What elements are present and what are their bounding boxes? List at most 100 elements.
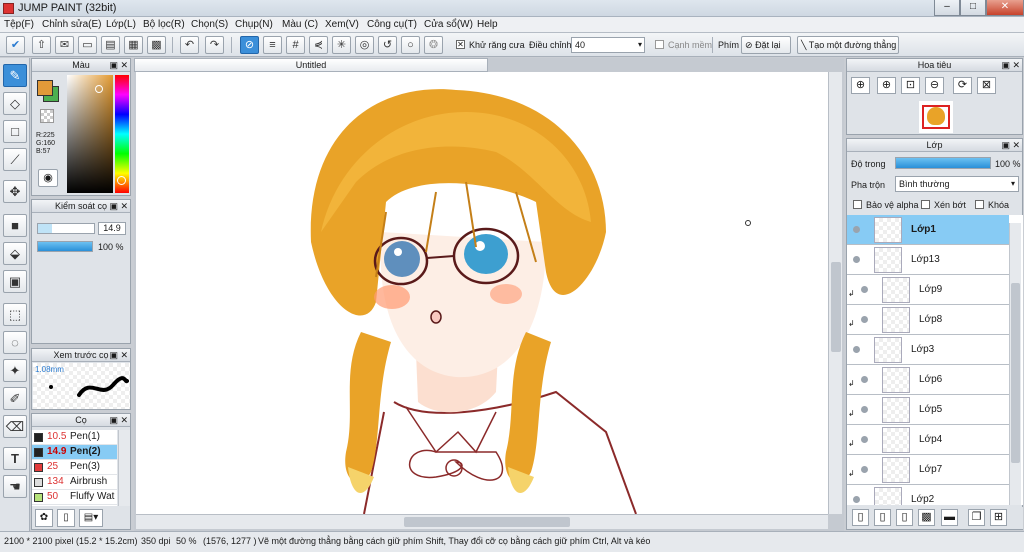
navigator-thumbnail[interactable] bbox=[919, 101, 953, 133]
navigator-viewport-box[interactable] bbox=[922, 105, 950, 129]
layer-scroll-thumb[interactable] bbox=[1011, 283, 1020, 463]
layer-row[interactable]: ↲ Lớp8 bbox=[847, 305, 1009, 335]
comment-icon[interactable]: ✉ bbox=[55, 36, 74, 54]
brush-tool-icon[interactable]: ✎ bbox=[3, 64, 27, 87]
pen-mode-icon[interactable]: ✔ bbox=[6, 36, 25, 54]
canvas-vertical-scrollbar[interactable] bbox=[828, 72, 842, 514]
vertical-scroll-thumb[interactable] bbox=[831, 262, 841, 352]
upload-icon[interactable]: ⇧ bbox=[32, 36, 51, 54]
radial-ruler-icon[interactable]: ✳ bbox=[332, 36, 351, 54]
hue-slider[interactable] bbox=[115, 75, 129, 193]
drawing-canvas[interactable] bbox=[136, 72, 828, 514]
visibility-icon[interactable] bbox=[853, 346, 860, 353]
brush-item[interactable]: 10.5 Pen(1) bbox=[32, 430, 117, 445]
visibility-icon[interactable] bbox=[853, 496, 860, 503]
new-layer-icon[interactable]: ▯ bbox=[852, 509, 869, 526]
brush-item[interactable]: 14.9 Pen(2) bbox=[32, 445, 117, 460]
reset-button[interactable]: ⊘ Đặt lại bbox=[741, 36, 791, 54]
flip-icon[interactable]: ⊠ bbox=[977, 77, 996, 94]
fill-rect-tool-icon[interactable]: ■ bbox=[3, 214, 27, 237]
layer-list-scrollbar[interactable] bbox=[1009, 223, 1021, 505]
select-pen-tool-icon[interactable]: ✐ bbox=[3, 387, 27, 410]
visibility-icon[interactable] bbox=[861, 436, 868, 443]
layer-row[interactable]: ↲ Lớp5 bbox=[847, 395, 1009, 425]
layer-opacity-slider[interactable] bbox=[895, 157, 991, 169]
antialias-checkbox[interactable]: ✕ bbox=[456, 40, 465, 49]
menu-capture[interactable]: Chụp(N) bbox=[235, 19, 273, 30]
rect-select-tool-icon[interactable]: ⬚ bbox=[3, 303, 27, 326]
menu-layer[interactable]: Lớp(L) bbox=[106, 19, 136, 30]
adjust-input[interactable]: 40 ▾ bbox=[571, 37, 645, 53]
layer-row[interactable]: Lớp2 bbox=[847, 485, 1009, 505]
canvas-horizontal-scrollbar[interactable] bbox=[136, 514, 828, 529]
bucket-tool-icon[interactable]: ⬙ bbox=[3, 242, 27, 265]
new-layer-1bit-icon[interactable]: ▯ bbox=[874, 509, 891, 526]
menu-help[interactable]: Help bbox=[477, 19, 498, 30]
brush-opacity-slider[interactable] bbox=[37, 241, 93, 252]
merge-layer-icon[interactable]: ⊞ bbox=[990, 509, 1007, 526]
panel-close-icon[interactable]: ▣ ✕ bbox=[109, 415, 128, 425]
menu-view[interactable]: Xem(V) bbox=[325, 19, 359, 30]
brush-item[interactable]: 134 Airbrush bbox=[32, 475, 117, 490]
brush-item[interactable]: 50 Fluffy Wat bbox=[32, 490, 117, 505]
brush-settings-icon[interactable]: ✿ bbox=[35, 509, 53, 527]
gradient-tool-icon[interactable]: ▣ bbox=[3, 270, 27, 293]
minimize-button[interactable]: – bbox=[934, 0, 960, 16]
layer-row[interactable]: ↲ Lớp4 bbox=[847, 425, 1009, 455]
panel-close-icon[interactable]: ▣ ✕ bbox=[109, 60, 128, 70]
curve-ruler-icon[interactable]: ↺ bbox=[378, 36, 397, 54]
menu-window[interactable]: Cửa sổ(W) bbox=[424, 19, 473, 30]
page-icon[interactable]: ▦ bbox=[124, 36, 143, 54]
magic-wand-tool-icon[interactable]: ✦ bbox=[3, 359, 27, 382]
text-tool-icon[interactable]: T bbox=[3, 447, 27, 470]
folder-icon[interactable]: ▬ bbox=[941, 509, 958, 526]
line-tool-icon[interactable]: ⟋ bbox=[3, 148, 27, 171]
layer-row[interactable]: Lớp13 bbox=[847, 245, 1009, 275]
zoom-plus-icon[interactable]: ⊕ bbox=[877, 77, 896, 94]
menu-filter[interactable]: Bộ lọc(R) bbox=[143, 19, 185, 30]
visibility-icon[interactable] bbox=[861, 466, 868, 473]
perspective-ruler-icon[interactable]: ⋞ bbox=[309, 36, 328, 54]
palette-icon[interactable]: ◉ bbox=[38, 169, 58, 187]
menu-file[interactable]: Tệp(F) bbox=[4, 19, 34, 30]
saturation-value-picker[interactable] bbox=[67, 75, 113, 193]
ellipse-ruler-icon[interactable]: ○ bbox=[401, 36, 420, 54]
concentric-ruler-icon[interactable]: ◎ bbox=[355, 36, 374, 54]
brush-menu-icon[interactable]: ▤▾ bbox=[79, 509, 103, 527]
brush-list-scrollbar[interactable] bbox=[118, 430, 130, 506]
new-layer-8bit-icon[interactable]: ▯ bbox=[896, 509, 913, 526]
menu-select[interactable]: Chọn(S) bbox=[191, 19, 228, 30]
visibility-icon[interactable] bbox=[853, 226, 860, 233]
undo-icon[interactable]: ↶ bbox=[180, 36, 199, 54]
layer-row[interactable]: ↲ Lớp7 bbox=[847, 455, 1009, 485]
panel-close-icon[interactable]: ▣ ✕ bbox=[109, 350, 128, 360]
layer-row[interactable]: Lớp1 bbox=[847, 215, 1009, 245]
visibility-icon[interactable] bbox=[861, 406, 868, 413]
halftone-layer-icon[interactable]: ▩ bbox=[918, 509, 935, 526]
document-tab[interactable]: Untitled bbox=[134, 58, 488, 72]
panel-close-icon[interactable]: ▣ ✕ bbox=[1001, 140, 1020, 150]
eraser-tool-icon[interactable]: ◇ bbox=[3, 92, 27, 115]
hand-tool-icon[interactable]: ☚ bbox=[3, 475, 27, 498]
protect-alpha-checkbox[interactable] bbox=[853, 200, 862, 209]
lasso-tool-icon[interactable]: ◌ bbox=[3, 331, 27, 354]
message-icon[interactable]: ▭ bbox=[78, 36, 97, 54]
blend-mode-select[interactable]: Bình thường ▾ bbox=[895, 176, 1019, 192]
duplicate-layer-icon[interactable]: ❐ bbox=[968, 509, 985, 526]
panel-close-icon[interactable]: ▣ ✕ bbox=[1001, 60, 1020, 70]
menu-edit[interactable]: Chỉnh sửa(E) bbox=[42, 19, 102, 30]
brush-size-input[interactable]: 14.9 bbox=[98, 222, 126, 235]
visibility-icon[interactable] bbox=[861, 286, 868, 293]
maximize-button[interactable]: □ bbox=[960, 0, 986, 16]
grid-icon[interactable]: ▩ bbox=[147, 36, 166, 54]
select-eraser-tool-icon[interactable]: ⌫ bbox=[3, 415, 27, 438]
layer-row[interactable]: ↲ Lớp6 bbox=[847, 365, 1009, 395]
layer-row[interactable]: Lớp3 bbox=[847, 335, 1009, 365]
brush-item[interactable]: 25 Pen(3) bbox=[32, 460, 117, 475]
layer-row[interactable]: ↲ Lớp9 bbox=[847, 275, 1009, 305]
brush-size-slider[interactable] bbox=[37, 223, 95, 234]
visibility-icon[interactable] bbox=[861, 316, 868, 323]
visibility-icon[interactable] bbox=[861, 376, 868, 383]
parallel-ruler-icon[interactable]: ≡ bbox=[263, 36, 282, 54]
move-tool-icon[interactable]: ✥ bbox=[3, 180, 27, 203]
